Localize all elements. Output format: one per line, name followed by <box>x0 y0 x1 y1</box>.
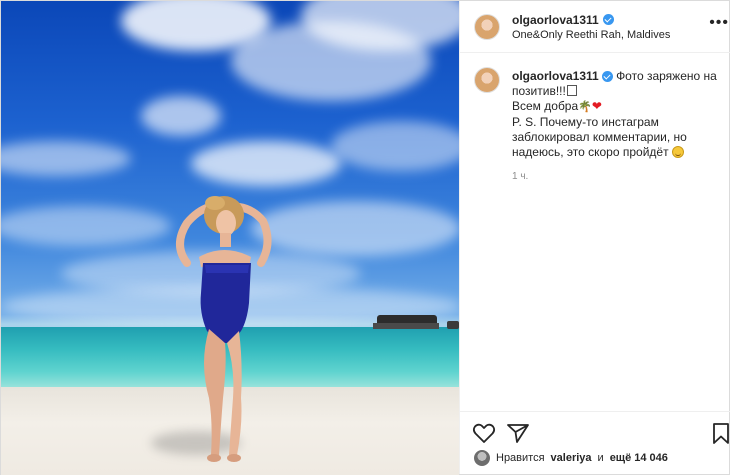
caption-username[interactable]: olgaorlova1311 <box>512 69 613 84</box>
caption: olgaorlova1311 Фото заряжено на позитив!… <box>460 53 730 160</box>
avatar[interactable] <box>474 67 500 93</box>
likes-middle: и <box>597 452 604 464</box>
location-link[interactable]: One&Only Reethi Rah, Maldives <box>512 29 670 41</box>
water-villa <box>373 315 439 329</box>
caption-text-line: Всем добра <box>512 99 579 113</box>
caption-text-line: заблокировал комментарии, но <box>512 130 687 144</box>
smiling-face-emoji-icon <box>671 146 684 158</box>
instagram-post: olgaorlova1311 One&Only Reethi Rah, Mald… <box>0 0 730 475</box>
caption-text-line: надеюсь, это скоро пройдёт <box>512 145 669 159</box>
verified-badge-icon <box>601 71 613 82</box>
water-villa <box>447 321 459 329</box>
bookmark-icon[interactable] <box>709 422 730 444</box>
post-photo[interactable] <box>1 1 459 475</box>
likes-count[interactable]: ещё 14 046 <box>610 452 668 464</box>
cloud <box>191 141 341 186</box>
username-link[interactable]: olgaorlova1311 <box>512 13 614 27</box>
cloud <box>331 121 459 171</box>
header-text: olgaorlova1311 One&Only Reethi Rah, Mald… <box>512 13 670 41</box>
liker-username[interactable]: valeriya <box>551 452 592 464</box>
post-sidebar: olgaorlova1311 One&Only Reethi Rah, Mald… <box>459 1 730 474</box>
caption-username-text[interactable]: olgaorlova1311 <box>512 69 599 84</box>
caption-body: olgaorlova1311 Фото заряжено на позитив!… <box>512 69 727 160</box>
cloud <box>1 206 171 246</box>
cloud <box>251 201 459 256</box>
heart-outline-icon[interactable] <box>472 422 496 444</box>
caption-text-line: P. S. Почему-то инстаграм <box>512 115 659 129</box>
paper-plane-icon[interactable] <box>506 422 530 444</box>
caption-text-line: позитив!!! <box>512 84 566 98</box>
cloud <box>1 141 131 176</box>
likes-prefix: Нравится <box>496 452 545 464</box>
cloud <box>141 96 221 136</box>
liker-avatar[interactable] <box>474 450 490 466</box>
avatar[interactable] <box>474 13 500 40</box>
action-bar <box>460 411 730 453</box>
red-heart-emoji-icon: ❤ <box>591 99 602 113</box>
more-options-icon[interactable]: ••• <box>709 15 729 31</box>
caption-text-line: Фото заряжено на <box>616 69 717 83</box>
woman-figure <box>176 196 272 462</box>
likes-summary: Нравится valeriya и ещё 14 046 <box>474 450 668 466</box>
username-text[interactable]: olgaorlova1311 <box>512 13 599 27</box>
palm-tree-emoji-icon: 🌴 <box>578 101 592 113</box>
ship-emoji-icon <box>566 85 577 96</box>
post-header: olgaorlova1311 One&Only Reethi Rah, Mald… <box>460 1 730 53</box>
verified-badge-icon <box>602 14 614 25</box>
post-time[interactable]: 1 ч. <box>512 171 730 182</box>
